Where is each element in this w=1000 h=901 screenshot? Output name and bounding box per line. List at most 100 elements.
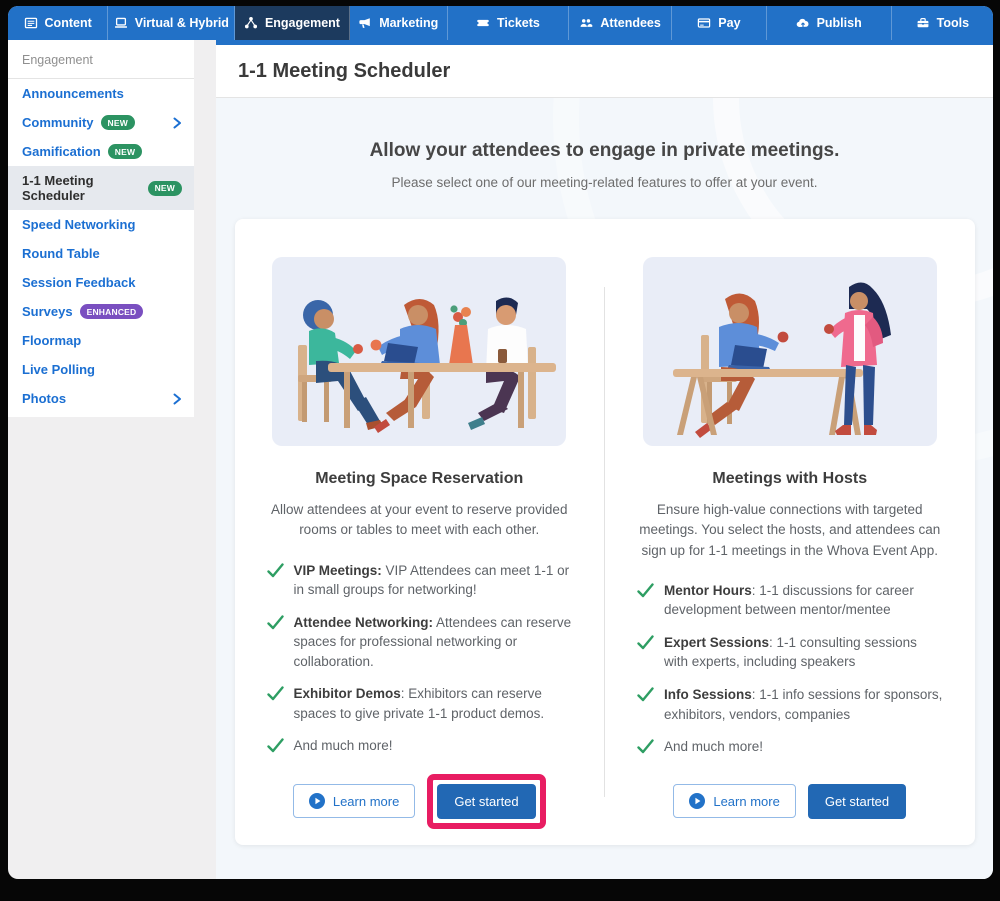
- cloud-upload-icon: [796, 16, 810, 30]
- feature-item: VIP Meetings: VIP Attendees can meet 1-1…: [267, 561, 573, 600]
- tab-label: Publish: [817, 16, 862, 30]
- sidebar-item-label: Session Feedback: [22, 275, 135, 290]
- sidebar-item-label: Gamification: [22, 144, 101, 159]
- top-navigation: Content Virtual & Hybrid Engagement Mark…: [8, 6, 993, 40]
- check-icon: [637, 634, 654, 651]
- tab-tickets[interactable]: Tickets: [448, 6, 569, 40]
- tab-pay[interactable]: Pay: [672, 6, 766, 40]
- sidebar-item-label: Surveys: [22, 304, 73, 319]
- main-panel: 1-1 Meeting Scheduler Allow your attende…: [216, 40, 993, 879]
- feature-list: VIP Meetings: VIP Attendees can meet 1-1…: [267, 561, 573, 770]
- page-header: 1-1 Meeting Scheduler: [216, 45, 993, 98]
- meeting-space-illustration: [272, 257, 566, 446]
- tab-publish[interactable]: Publish: [767, 6, 892, 40]
- tab-label: Pay: [718, 16, 740, 30]
- feature-list: Mentor Hours: 1-1 discussions for career…: [637, 581, 943, 770]
- sidebar-item-surveys[interactable]: Surveys ENHANCED: [8, 297, 194, 326]
- engagement-sidebar: Engagement Announcements Community NEW G…: [8, 40, 194, 417]
- sidebar-item-photos[interactable]: Photos: [8, 384, 194, 413]
- tab-tools[interactable]: Tools: [892, 6, 993, 40]
- check-icon: [267, 614, 284, 631]
- check-icon: [267, 562, 284, 579]
- page-title: 1-1 Meeting Scheduler: [238, 60, 971, 83]
- tab-marketing[interactable]: Marketing: [350, 6, 448, 40]
- sidebar-item-label: Community: [22, 115, 94, 130]
- new-badge: NEW: [108, 144, 142, 159]
- learn-more-button-meeting-space[interactable]: Learn more: [293, 784, 415, 818]
- feature-item: Exhibitor Demos: Exhibitors can reserve …: [267, 684, 573, 723]
- content-list-icon: [24, 16, 38, 30]
- feature-item: Mentor Hours: 1-1 discussions for career…: [637, 581, 943, 620]
- tab-attendees[interactable]: Attendees: [569, 6, 672, 40]
- sidebar-item-announcements[interactable]: Announcements: [8, 79, 194, 108]
- sidebar-item-label: Floormap: [22, 333, 81, 348]
- annotation-highlight-box: Get started: [427, 774, 545, 829]
- sidebar-item-label: Photos: [22, 391, 66, 406]
- intro-subheading: Please select one of our meeting-related…: [216, 175, 993, 190]
- sidebar-item-meeting-scheduler[interactable]: 1-1 Meeting Scheduler NEW: [8, 166, 194, 210]
- option-description: Allow attendees at your event to reserve…: [267, 500, 573, 541]
- check-icon: [267, 737, 284, 754]
- app-window: Content Virtual & Hybrid Engagement Mark…: [8, 6, 993, 879]
- feature-options-card: Meeting Space Reservation Allow attendee…: [235, 219, 975, 845]
- check-icon: [637, 738, 654, 755]
- intro-heading: Allow your attendees to engage in privat…: [216, 140, 993, 162]
- sidebar-item-community[interactable]: Community NEW: [8, 108, 194, 137]
- play-icon: [309, 793, 325, 809]
- new-badge: NEW: [148, 181, 182, 196]
- sidebar-item-label: Round Table: [22, 246, 100, 261]
- ticket-icon: [476, 16, 490, 30]
- get-started-button-hosts[interactable]: Get started: [808, 784, 906, 819]
- share-network-icon: [244, 16, 258, 30]
- check-icon: [267, 685, 284, 702]
- chevron-right-icon: [172, 117, 182, 129]
- tab-content[interactable]: Content: [8, 6, 108, 40]
- sidebar-section-label: Engagement: [8, 40, 194, 79]
- toolbox-icon: [916, 16, 930, 30]
- sidebar-item-label: 1-1 Meeting Scheduler: [22, 173, 141, 203]
- option-title: Meeting Space Reservation: [315, 470, 523, 488]
- feature-item: And much more!: [267, 736, 573, 756]
- tab-virtual-hybrid[interactable]: Virtual & Hybrid: [108, 6, 235, 40]
- users-icon: [579, 16, 593, 30]
- option-title: Meetings with Hosts: [712, 470, 867, 488]
- play-icon: [689, 793, 705, 809]
- enhanced-badge: ENHANCED: [80, 304, 144, 319]
- check-icon: [637, 582, 654, 599]
- learn-more-button-hosts[interactable]: Learn more: [673, 784, 795, 818]
- tab-label: Tools: [937, 16, 969, 30]
- meetings-with-hosts-option: Meetings with Hosts Ensure high-value co…: [605, 257, 975, 819]
- sidebar-gutter: [194, 40, 216, 879]
- bullhorn-icon: [358, 16, 372, 30]
- tab-label: Marketing: [379, 16, 438, 30]
- page-content: Allow your attendees to engage in privat…: [216, 98, 993, 879]
- feature-item: Attendee Networking: Attendees can reser…: [267, 613, 573, 672]
- sidebar-item-live-polling[interactable]: Live Polling: [8, 355, 194, 384]
- tab-label: Engagement: [265, 16, 340, 30]
- tab-label: Attendees: [600, 16, 660, 30]
- meetings-with-hosts-illustration: [643, 257, 937, 446]
- new-badge: NEW: [101, 115, 135, 130]
- check-icon: [637, 686, 654, 703]
- credit-card-icon: [697, 16, 711, 30]
- chevron-right-icon: [172, 393, 182, 405]
- tab-engagement[interactable]: Engagement: [235, 6, 349, 40]
- sidebar-item-gamification[interactable]: Gamification NEW: [8, 137, 194, 166]
- sidebar-item-session-feedback[interactable]: Session Feedback: [8, 268, 194, 297]
- sidebar-item-floormap[interactable]: Floormap: [8, 326, 194, 355]
- sidebar-item-label: Live Polling: [22, 362, 95, 377]
- feature-item: And much more!: [637, 737, 943, 757]
- tab-label: Content: [45, 16, 92, 30]
- feature-item: Expert Sessions: 1-1 consulting sessions…: [637, 633, 943, 672]
- laptop-icon: [114, 16, 128, 30]
- get-started-button-meeting-space[interactable]: Get started: [437, 784, 535, 819]
- option-description: Ensure high-value connections with targe…: [637, 500, 943, 561]
- sidebar-item-label: Announcements: [22, 86, 124, 101]
- sidebar-item-label: Speed Networking: [22, 217, 135, 232]
- meeting-space-reservation-option: Meeting Space Reservation Allow attendee…: [235, 257, 605, 819]
- tab-label: Tickets: [497, 16, 540, 30]
- tab-label: Virtual & Hybrid: [135, 16, 229, 30]
- feature-item: Info Sessions: 1-1 info sessions for spo…: [637, 685, 943, 724]
- sidebar-item-round-table[interactable]: Round Table: [8, 239, 194, 268]
- sidebar-item-speed-networking[interactable]: Speed Networking: [8, 210, 194, 239]
